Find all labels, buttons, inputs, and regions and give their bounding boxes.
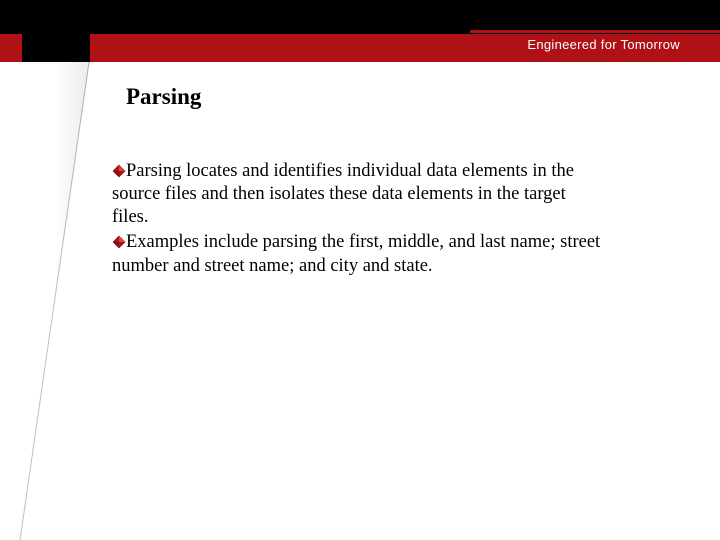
header-tagline: Engineered for Tomorrow (527, 37, 680, 52)
header-black-bar (0, 0, 720, 34)
header-red-accent-line (470, 30, 720, 33)
diamond-bullet-icon (112, 233, 126, 247)
bullet-item: Parsing locates and identifies individua… (112, 160, 602, 229)
diamond-bullet-icon (112, 162, 126, 176)
slide: Engineered for Tomorrow Parsing Parsing … (0, 0, 720, 540)
bullet-text: Parsing locates and identifies individua… (112, 161, 574, 227)
bullet-item: Examples include parsing the first, midd… (112, 231, 602, 277)
left-white-wedge (0, 62, 90, 540)
slide-body: Parsing locates and identifies individua… (112, 160, 602, 280)
slide-title: Parsing (126, 84, 201, 110)
bullet-text: Examples include parsing the first, midd… (112, 232, 600, 275)
